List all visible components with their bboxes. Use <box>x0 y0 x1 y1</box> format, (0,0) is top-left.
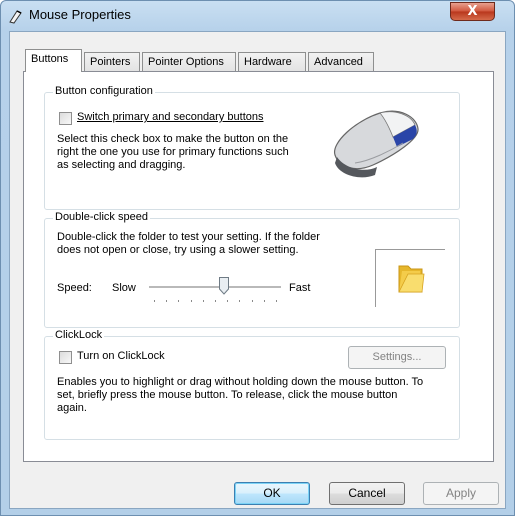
slider-tick <box>264 300 265 302</box>
slider-tick <box>203 300 204 302</box>
ok-button[interactable]: OK <box>234 482 310 505</box>
button-config-description: Select this check box to make the button… <box>57 133 289 171</box>
switch-buttons-checkbox[interactable] <box>59 112 72 125</box>
tab-panel: Button configuration Switch primary and … <box>23 71 494 462</box>
slider-track <box>149 286 281 289</box>
clicklock-description: Enables you to highlight or drag without… <box>57 376 424 414</box>
test-folder-area[interactable] <box>375 249 445 307</box>
tab-pointers[interactable]: Pointers <box>84 52 140 71</box>
tab-pointer-options[interactable]: Pointer Options <box>142 52 236 71</box>
slider-tick <box>178 300 179 302</box>
slider-tick <box>154 300 155 302</box>
slider-tick <box>191 300 192 302</box>
tab-advanced[interactable]: Advanced <box>308 52 374 71</box>
switch-buttons-label[interactable]: Switch primary and secondary buttons <box>77 111 263 123</box>
double-click-speed-group: Double-click speed Double-click the fold… <box>44 211 460 328</box>
apply-button[interactable]: Apply <box>423 482 499 505</box>
tab-hardware[interactable]: Hardware <box>238 52 306 71</box>
cancel-button[interactable]: Cancel <box>329 482 405 505</box>
title-bar[interactable]: Mouse Properties X <box>1 1 514 31</box>
slider-tick <box>239 300 240 302</box>
mouse-pointer-icon <box>9 10 22 24</box>
slow-label: Slow <box>112 282 136 294</box>
slider-tick <box>252 300 253 302</box>
clicklock-label[interactable]: Turn on ClickLock <box>77 350 165 362</box>
clicklock-settings-button[interactable]: Settings... <box>348 346 446 369</box>
mouse-icon <box>334 110 419 178</box>
group-title: ClickLock <box>53 329 105 341</box>
tab-buttons[interactable]: Buttons <box>25 49 82 72</box>
button-configuration-group: Button configuration Switch primary and … <box>44 85 460 210</box>
slider-tick <box>215 300 216 302</box>
folder-icon <box>398 265 425 293</box>
speed-label: Speed: <box>57 282 92 294</box>
mouse-properties-window: Mouse Properties X Buttons Pointers Poin… <box>0 0 515 516</box>
clicklock-group: ClickLock Turn on ClickLock Settings... … <box>44 329 460 440</box>
clicklock-checkbox[interactable] <box>59 351 72 364</box>
slider-thumb-icon <box>219 277 229 295</box>
double-click-description: Double-click the folder to test your set… <box>57 231 320 256</box>
close-button[interactable]: X <box>450 2 495 21</box>
slider-ticks <box>149 300 281 303</box>
slider-tick <box>166 300 167 302</box>
slider-tick <box>276 300 277 302</box>
slider-thumb[interactable] <box>219 277 229 295</box>
window-title: Mouse Properties <box>29 7 131 22</box>
fast-label: Fast <box>289 282 311 294</box>
close-icon: X <box>467 4 478 19</box>
group-title: Button configuration <box>53 85 155 97</box>
group-title: Double-click speed <box>53 211 150 223</box>
speed-slider[interactable] <box>149 277 281 307</box>
slider-tick <box>227 300 228 302</box>
